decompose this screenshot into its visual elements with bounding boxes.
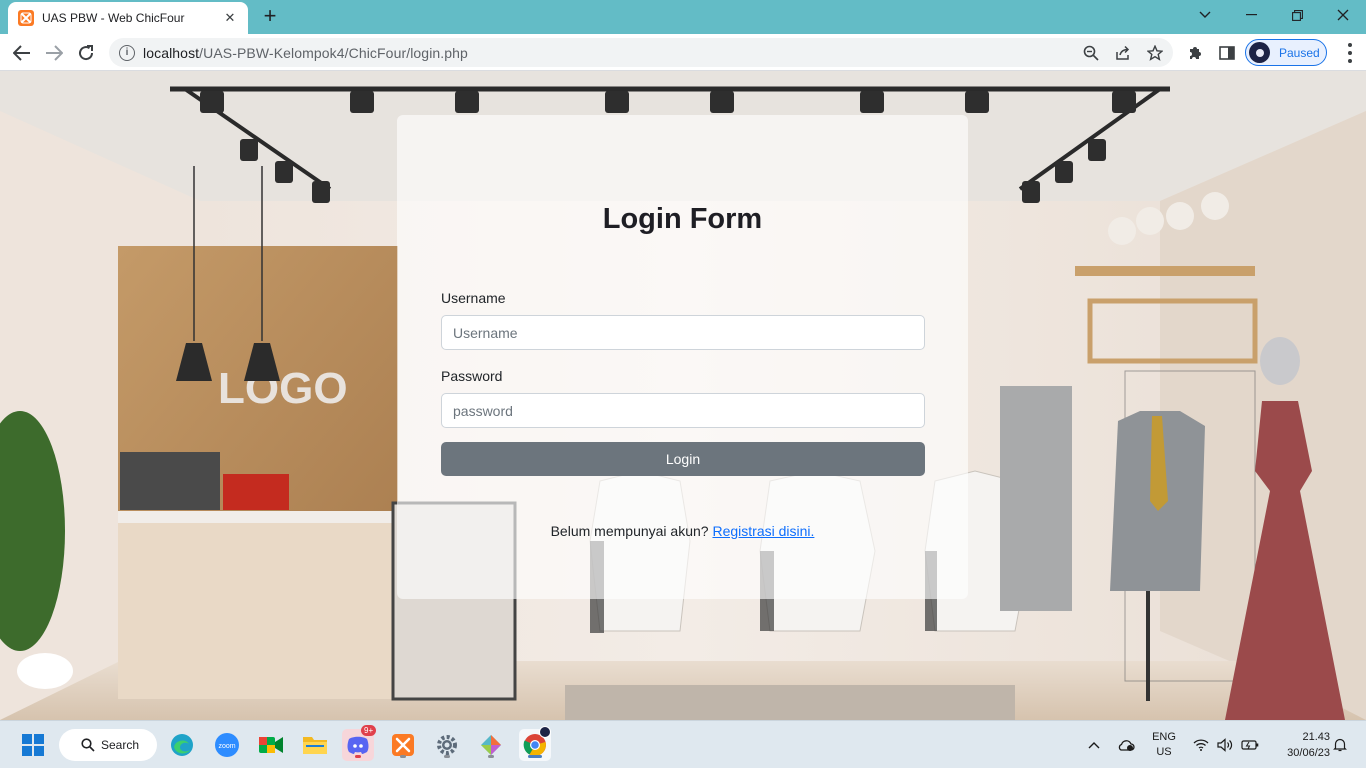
username-label: Username xyxy=(441,290,506,306)
settings-gear-icon[interactable] xyxy=(431,729,463,761)
restore-window-icon[interactable] xyxy=(1274,0,1320,30)
search-icon xyxy=(81,738,95,752)
running-indicator xyxy=(355,755,361,758)
address-bar[interactable]: i localhost/UAS-PBW-Kelompok4/ChicFour/l… xyxy=(109,38,1173,67)
share-icon[interactable] xyxy=(1113,43,1133,63)
minimize-window-icon[interactable] xyxy=(1228,0,1274,30)
new-tab-icon[interactable]: + xyxy=(259,5,281,28)
system-clock[interactable]: 21.43 30/06/23 xyxy=(1268,729,1330,761)
browser-toolbar: i localhost/UAS-PBW-Kelompok4/ChicFour/l… xyxy=(0,34,1366,71)
register-link[interactable]: Registrasi disini. xyxy=(712,523,814,539)
running-indicator xyxy=(444,755,450,758)
close-window-icon[interactable] xyxy=(1320,0,1366,30)
browser-tab-bar: UAS PBW - Web ChicFour ✕ + xyxy=(0,0,1366,34)
chrome-app-icon[interactable] xyxy=(519,726,551,761)
reload-icon[interactable] xyxy=(73,40,99,66)
username-input[interactable] xyxy=(441,315,925,350)
xampp-app-icon[interactable] xyxy=(387,729,419,761)
browser-tab-active[interactable]: UAS PBW - Web ChicFour ✕ xyxy=(8,2,248,34)
google-meet-icon[interactable] xyxy=(255,729,287,761)
side-panel-icon[interactable] xyxy=(1216,42,1238,64)
tab-close-icon[interactable]: ✕ xyxy=(222,10,238,26)
extensions-puzzle-icon[interactable] xyxy=(1184,42,1206,64)
windows-start-icon[interactable] xyxy=(17,729,49,761)
zoom-app-icon[interactable]: zoom xyxy=(211,729,243,761)
background-logo-text: LOGO xyxy=(218,364,348,413)
tab-title: UAS PBW - Web ChicFour xyxy=(42,11,185,25)
profile-avatar xyxy=(1249,42,1270,63)
register-prompt-line: Belum mempunyai akun? Registrasi disini. xyxy=(397,523,968,539)
tray-chevron-up-icon[interactable] xyxy=(1084,721,1104,768)
volume-icon[interactable] xyxy=(1214,721,1236,768)
gitkraken-app-icon[interactable] xyxy=(475,729,507,761)
running-indicator xyxy=(400,755,406,758)
running-indicator xyxy=(488,755,494,758)
password-input[interactable] xyxy=(441,393,925,428)
url-text: localhost/UAS-PBW-Kelompok4/ChicFour/log… xyxy=(143,44,468,61)
profile-paused-button[interactable]: Paused xyxy=(1245,39,1327,66)
battery-icon[interactable] xyxy=(1238,721,1262,768)
notification-bell-icon[interactable] xyxy=(1330,721,1350,768)
onedrive-cloud-icon[interactable] xyxy=(1114,721,1138,768)
wifi-icon[interactable] xyxy=(1190,721,1212,768)
chrome-profile-badge xyxy=(539,726,551,738)
language-indicator[interactable]: ENG US xyxy=(1148,730,1180,760)
zoom-magnifier-icon[interactable] xyxy=(1081,43,1101,63)
page-viewport: LOGO Login Form Username Username Passwo… xyxy=(0,71,1366,720)
browser-menu-icon[interactable] xyxy=(1342,43,1358,63)
back-arrow-icon[interactable] xyxy=(9,40,35,66)
site-info-icon[interactable]: i xyxy=(119,44,135,61)
login-button[interactable]: Login xyxy=(441,442,925,476)
password-label: Password xyxy=(441,368,503,384)
file-explorer-icon[interactable] xyxy=(299,729,331,761)
login-form-card: Login Form Username Password Login Belum… xyxy=(397,115,968,599)
forward-arrow-icon[interactable] xyxy=(41,40,67,66)
xampp-favicon-icon xyxy=(18,10,34,26)
windows-taskbar: Search zoom 9+ ENG US 21.43 30/06/23 xyxy=(0,720,1366,768)
tab-search-chevron-down-icon[interactable] xyxy=(1182,0,1228,30)
register-prompt-text: Belum mempunyai akun? xyxy=(550,523,709,539)
active-indicator xyxy=(528,755,542,758)
bookmark-star-icon[interactable] xyxy=(1145,43,1165,63)
svg-text:zoom: zoom xyxy=(218,743,235,750)
discord-notification-badge: 9+ xyxy=(361,725,377,736)
taskbar-search-box[interactable]: Search xyxy=(59,729,157,761)
discord-app-icon[interactable]: 9+ xyxy=(342,725,377,761)
edge-browser-icon[interactable] xyxy=(166,729,198,761)
form-title: Login Form xyxy=(602,203,763,235)
